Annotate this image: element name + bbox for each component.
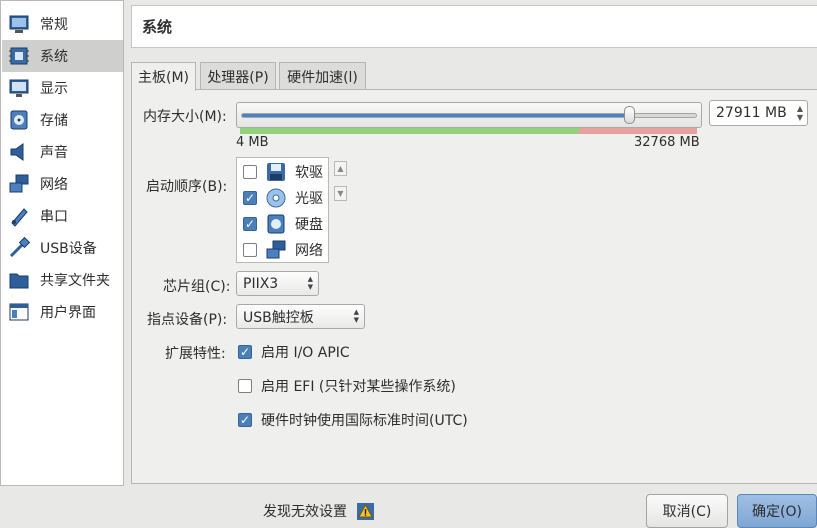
display-monitor-icon bbox=[9, 79, 29, 97]
sidebar-item-user-interface[interactable]: 用户界面 bbox=[2, 296, 123, 328]
pointing-device-label: 指点设备(P): bbox=[147, 312, 228, 328]
boot-item-network[interactable]: 网络 bbox=[237, 237, 328, 263]
memory-min-label: 4 MB bbox=[236, 135, 269, 150]
memory-scale bbox=[240, 128, 697, 134]
chipset-select[interactable]: PIIX3 ▲ ▼ bbox=[236, 271, 319, 296]
memory-label: 内存大小(M): bbox=[143, 109, 227, 125]
memory-max-label: 32768 MB bbox=[634, 135, 700, 150]
spin-arrows-icon[interactable]: ▲ ▼ bbox=[793, 101, 807, 125]
efi-label: 启用 EFI (只针对某些操作系统) bbox=[261, 379, 456, 395]
chipset-value: PIIX3 bbox=[243, 275, 279, 292]
boot-item-floppy[interactable]: 软驱 bbox=[237, 159, 328, 185]
boot-item-label: 光驱 bbox=[295, 191, 323, 207]
utc-option[interactable]: ✓ 硬件时钟使用国际标准时间(UTC) bbox=[238, 410, 468, 430]
sidebar-item-usb[interactable]: USB设备 bbox=[2, 232, 123, 264]
page-title: 系统 bbox=[131, 5, 817, 48]
sidebar-item-system[interactable]: 系统 bbox=[2, 40, 123, 72]
boot-optical-checkbox[interactable]: ✓ bbox=[243, 191, 257, 205]
optical-disc-icon bbox=[266, 188, 286, 208]
settings-sidebar: 常规 系统 显示 存储 声音 网络 串口 USB设备 共享文件夹 用户界面 bbox=[0, 0, 124, 486]
sidebar-item-storage[interactable]: 存储 bbox=[2, 104, 123, 136]
pointing-device-value: USB触控板 bbox=[243, 309, 314, 326]
hard-disk-icon bbox=[267, 214, 285, 234]
utc-checkbox[interactable]: ✓ bbox=[238, 413, 252, 427]
sidebar-item-label: 系统 bbox=[40, 49, 68, 65]
sidebar-item-label: 用户界面 bbox=[40, 305, 96, 321]
warning-icon bbox=[357, 502, 374, 520]
sidebar-item-serial[interactable]: 串口 bbox=[2, 200, 123, 232]
speaker-icon bbox=[10, 143, 24, 161]
sidebar-item-label: USB设备 bbox=[40, 241, 97, 257]
memory-spinbox-value: 27911 MB bbox=[716, 105, 787, 121]
boot-item-label: 软驱 bbox=[295, 165, 323, 181]
boot-hard-disk-checkbox[interactable]: ✓ bbox=[243, 217, 257, 231]
general-monitor-icon bbox=[9, 15, 29, 33]
chipset-label: 芯片组(C): bbox=[163, 279, 231, 295]
utc-label: 硬件时钟使用国际标准时间(UTC) bbox=[261, 413, 468, 429]
network-icon bbox=[266, 240, 286, 259]
memory-scale-ok bbox=[240, 128, 579, 134]
boot-item-label: 网络 bbox=[295, 243, 323, 259]
pointing-device-select[interactable]: USB触控板 ▲ ▼ bbox=[236, 304, 365, 329]
ioapic-checkbox[interactable]: ✓ bbox=[238, 345, 252, 359]
efi-option[interactable]: 启用 EFI (只针对某些操作系统) bbox=[238, 376, 456, 396]
memory-slider-fill bbox=[242, 114, 631, 117]
boot-order-label: 启动顺序(B): bbox=[146, 179, 228, 195]
boot-item-optical[interactable]: ✓ 光驱 bbox=[237, 185, 328, 211]
sidebar-item-general[interactable]: 常规 bbox=[2, 8, 123, 40]
sidebar-item-label: 网络 bbox=[40, 177, 68, 193]
move-up-icon[interactable]: ▲ bbox=[334, 161, 347, 176]
sidebar-item-label: 串口 bbox=[40, 209, 68, 225]
storage-disk-icon bbox=[10, 110, 28, 130]
boot-order-list: 软驱 ✓ 光驱 ✓ 硬盘 网络 bbox=[236, 157, 329, 263]
boot-item-hard-disk[interactable]: ✓ 硬盘 bbox=[237, 211, 328, 237]
tab-motherboard[interactable]: 主板(M) bbox=[131, 62, 196, 91]
network-icon bbox=[9, 174, 29, 193]
settings-panel bbox=[131, 89, 817, 484]
tab-processor[interactable]: 处理器(P) bbox=[200, 62, 276, 90]
system-chip-icon bbox=[9, 47, 29, 65]
sidebar-item-label: 常规 bbox=[40, 17, 68, 33]
select-arrows-icon: ▲ ▼ bbox=[307, 275, 313, 291]
extended-features-label: 扩展特性: bbox=[165, 346, 226, 362]
sidebar-item-display[interactable]: 显示 bbox=[2, 72, 123, 104]
invalid-settings-warning[interactable]: 发现无效设置 bbox=[263, 501, 374, 521]
boot-network-checkbox[interactable] bbox=[243, 243, 257, 257]
boot-floppy-checkbox[interactable] bbox=[243, 165, 257, 179]
memory-scale-warn bbox=[579, 128, 697, 134]
sidebar-item-label: 共享文件夹 bbox=[40, 273, 110, 289]
ioapic-label: 启用 I/O APIC bbox=[261, 345, 350, 361]
shared-folder-icon bbox=[9, 273, 29, 289]
user-interface-icon bbox=[9, 303, 29, 321]
sidebar-item-label: 显示 bbox=[40, 81, 68, 97]
tab-acceleration[interactable]: 硬件加速(l) bbox=[279, 62, 366, 90]
sidebar-item-label: 声音 bbox=[40, 145, 68, 161]
memory-slider[interactable] bbox=[236, 102, 702, 128]
serial-port-icon bbox=[11, 208, 28, 227]
move-down-icon[interactable]: ▼ bbox=[334, 186, 347, 201]
floppy-icon bbox=[267, 163, 285, 181]
sidebar-item-audio[interactable]: 声音 bbox=[2, 136, 123, 168]
memory-slider-handle[interactable] bbox=[623, 106, 635, 124]
sidebar-item-shared-folders[interactable]: 共享文件夹 bbox=[2, 264, 123, 296]
select-arrows-icon: ▲ ▼ bbox=[353, 308, 359, 324]
sidebar-item-network[interactable]: 网络 bbox=[2, 168, 123, 200]
sidebar-item-label: 存储 bbox=[40, 113, 68, 129]
boot-item-label: 硬盘 bbox=[295, 217, 323, 233]
memory-spinbox[interactable]: 27911 MB ▲ ▼ bbox=[709, 100, 808, 126]
usb-icon bbox=[9, 237, 30, 258]
warning-text: 发现无效设置 bbox=[263, 504, 347, 520]
efi-checkbox[interactable] bbox=[238, 379, 252, 393]
ioapic-option[interactable]: ✓ 启用 I/O APIC bbox=[238, 342, 350, 362]
